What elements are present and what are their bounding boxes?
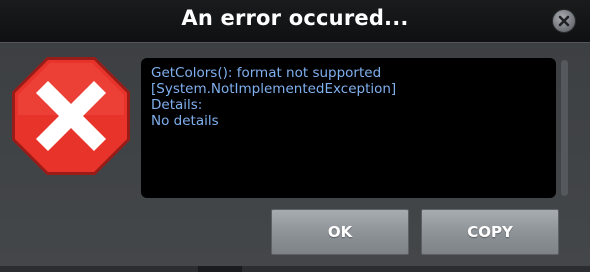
dialog-title: An error occured... <box>181 6 409 30</box>
window-bottom-edge <box>0 266 590 272</box>
error-stop-sign-icon <box>10 55 132 177</box>
close-icon[interactable] <box>552 9 576 33</box>
exception-type: [System.NotImplementedException] <box>151 81 397 97</box>
copy-button[interactable]: COPY <box>421 209 559 255</box>
details-value: No details <box>151 113 219 129</box>
error-message-line: GetColors(): format not supported <box>151 65 382 81</box>
error-dialog: An error occured... GetColors(): format … <box>0 0 590 272</box>
ok-button[interactable]: OK <box>271 209 409 255</box>
error-message-box[interactable]: GetColors(): format not supported [Syste… <box>141 58 556 198</box>
bottom-edge-mark <box>198 266 242 272</box>
message-scrollbar[interactable] <box>561 60 568 196</box>
title-bar[interactable]: An error occured... <box>0 0 590 43</box>
details-label: Details: <box>151 97 203 113</box>
